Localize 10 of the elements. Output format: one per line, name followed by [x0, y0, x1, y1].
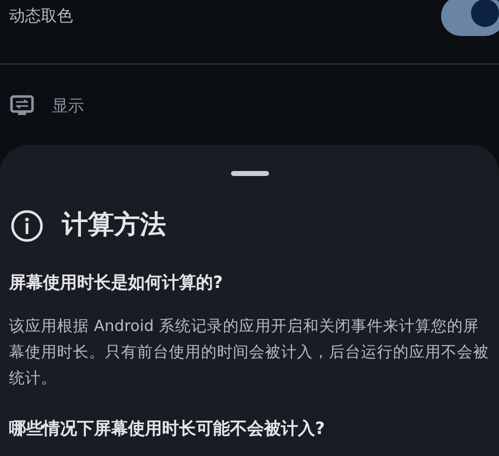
question-heading: 屏幕使用时长是如何计算的?	[8, 272, 224, 295]
toggle-switch[interactable]	[441, 0, 499, 36]
display-icon	[10, 95, 34, 117]
setting-label: 动态取色	[9, 5, 73, 27]
answer-paragraph: 该应用根据 Android 系统记录的应用开启和关闭事件来计算您的屏幕使用时长。只有前台使用的时间会被计入，后台运行的应用不会被统计。	[8, 316, 490, 388]
info-icon	[10, 208, 44, 242]
drag-handle[interactable]	[230, 171, 268, 176]
sheet-title: 计算方法	[62, 209, 166, 242]
question-heading: 哪些情况下屏幕使用时长可能不会被计入?	[8, 418, 326, 440]
category-label: 显示	[52, 95, 84, 117]
